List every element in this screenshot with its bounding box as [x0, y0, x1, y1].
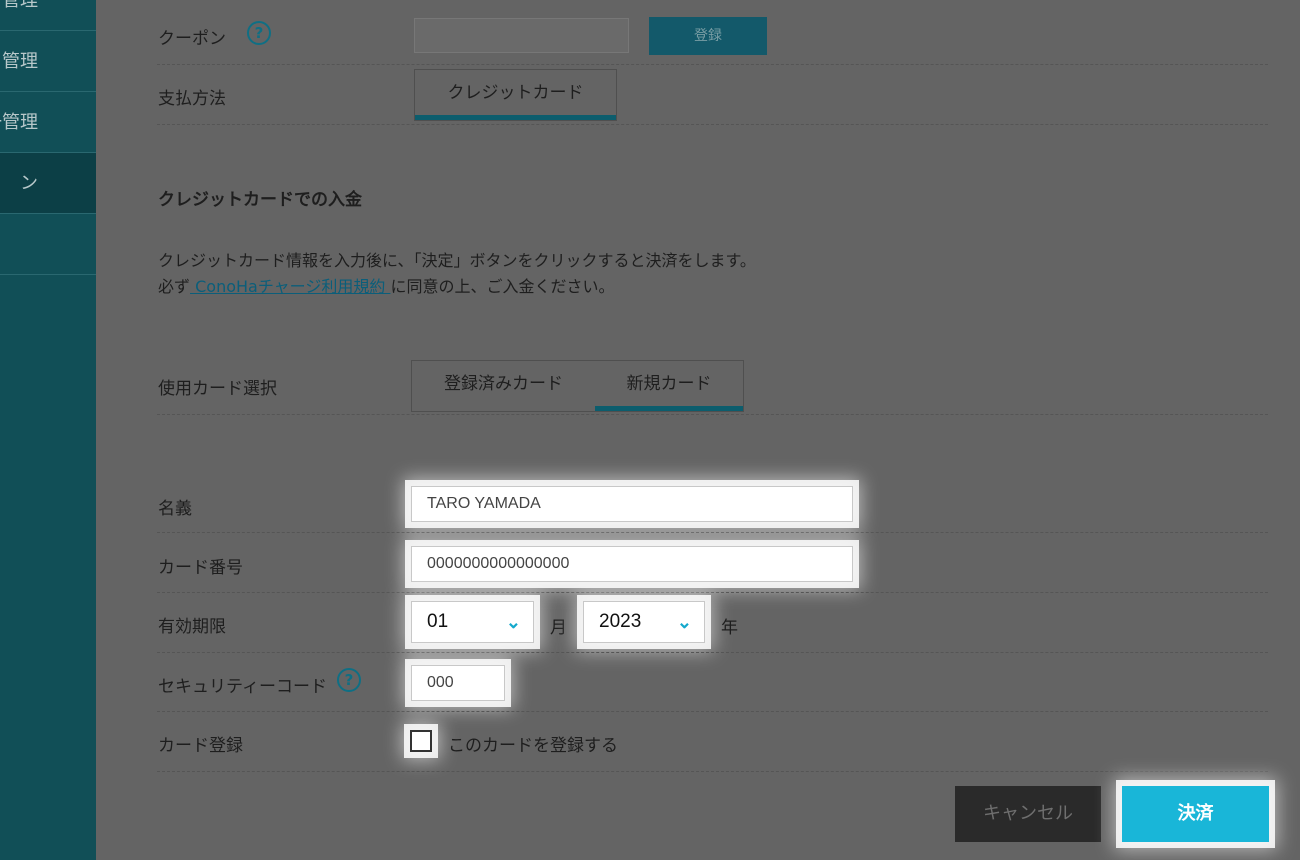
sidebar-item-label: 一管理: [0, 112, 38, 133]
expiry-month-value: 01: [427, 611, 449, 632]
section-description: クレジットカード情報を入力後に、「決定」ボタンをクリックすると決済をします。: [158, 251, 756, 270]
sidebar-item[interactable]: 管理: [0, 0, 96, 31]
terms-prefix: 必ず: [158, 277, 191, 296]
terms-link[interactable]: ConoHaチャージ利用規約: [190, 277, 390, 296]
sidebar-item-label: 管理: [2, 0, 38, 11]
coupon-label: クーポン: [158, 29, 226, 49]
sidebar-item-label: 管理: [2, 51, 38, 72]
card-register-label: カード登録: [158, 736, 243, 756]
question-circle-icon[interactable]: ?: [337, 668, 361, 692]
expiry-month-select[interactable]: 01 ⌄: [411, 601, 534, 643]
section-title: クレジットカードでの入金: [158, 190, 362, 210]
cardholder-name-input[interactable]: TARO YAMADA: [411, 486, 853, 522]
terms-suffix: に同意の上、ご入金ください。: [390, 277, 615, 296]
divider: [157, 652, 1268, 653]
cancel-button[interactable]: キャンセル: [955, 786, 1101, 842]
card-number-label: カード番号: [158, 558, 243, 578]
divider: [157, 414, 1268, 415]
year-unit: 年: [721, 618, 738, 638]
chevron-down-icon: ⌄: [676, 612, 692, 632]
register-card-checkbox-label[interactable]: このカードを登録する: [448, 731, 618, 756]
security-code-label: セキュリティーコード: [158, 677, 327, 697]
security-code-input[interactable]: 000: [411, 665, 505, 701]
coupon-register-button[interactable]: 登録: [649, 17, 767, 55]
tab-credit-card[interactable]: クレジットカード: [415, 70, 616, 120]
name-label: 名義: [158, 499, 192, 519]
payment-method-tabs: クレジットカード: [414, 69, 617, 121]
sidebar-item[interactable]: 一管理: [0, 92, 96, 153]
card-select-label: 使用カード選択: [158, 379, 277, 399]
divider: [157, 124, 1268, 125]
divider: [157, 64, 1268, 65]
tab-registered-card[interactable]: 登録済みカード: [412, 361, 595, 411]
divider: [157, 711, 1268, 712]
divider: [157, 771, 1268, 772]
month-unit: 月: [550, 618, 567, 638]
sidebar: 管理 管理 一管理 ン: [0, 0, 96, 860]
sidebar-item-label: ン: [20, 173, 38, 194]
expiry-year-value: 2023: [599, 611, 642, 632]
tab-new-card[interactable]: 新規カード: [595, 361, 743, 411]
divider: [157, 592, 1268, 593]
sidebar-item[interactable]: [0, 214, 96, 275]
payment-method-label: 支払方法: [158, 89, 226, 109]
expiry-label: 有効期限: [158, 617, 226, 637]
divider: [157, 532, 1268, 533]
terms-notice: 必ず ConoHaチャージ利用規約 に同意の上、ご入金ください。: [158, 273, 614, 297]
card-select-tabs: 登録済みカード 新規カード: [411, 360, 744, 412]
chevron-down-icon: ⌄: [505, 612, 521, 632]
sidebar-item-active[interactable]: ン: [0, 153, 96, 214]
register-card-checkbox[interactable]: [410, 730, 432, 752]
coupon-input[interactable]: [414, 18, 629, 53]
question-circle-icon[interactable]: ?: [247, 21, 271, 45]
pay-button[interactable]: 決済: [1122, 786, 1269, 842]
card-number-input[interactable]: 0000000000000000: [411, 546, 853, 582]
expiry-year-select[interactable]: 2023 ⌄: [583, 601, 705, 643]
sidebar-item[interactable]: 管理: [0, 31, 96, 92]
